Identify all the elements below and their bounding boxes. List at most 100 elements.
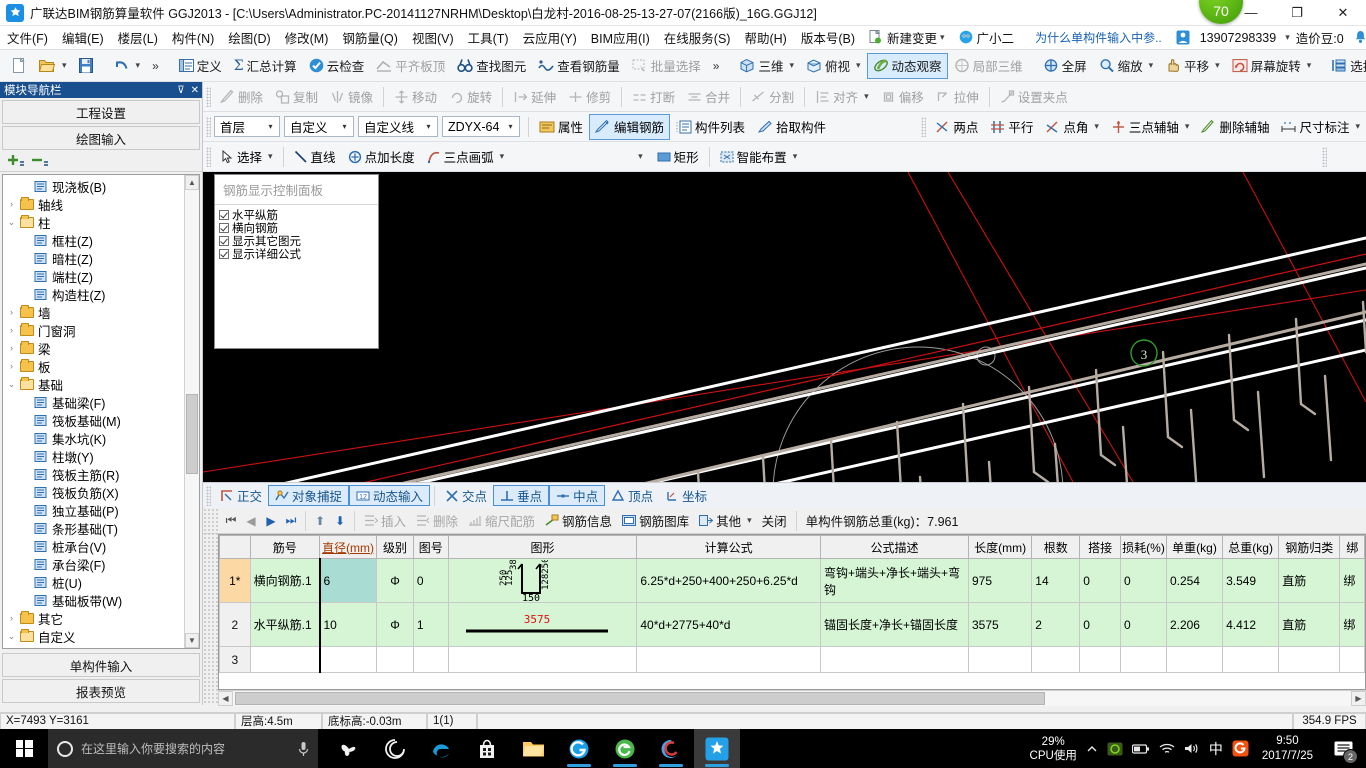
chevron-down-icon[interactable]: ▾ — [789, 60, 794, 71]
glodon-app-icon[interactable] — [694, 729, 740, 768]
define-button[interactable]: 定义 — [173, 53, 228, 79]
local-3d-button[interactable]: 局部三维 — [948, 53, 1029, 79]
cell-lap[interactable]: 0 — [1079, 602, 1122, 647]
column-header-shape[interactable]: 图形 — [447, 535, 638, 559]
镜像-button[interactable]: 镜像 — [324, 84, 379, 110]
cell-bind[interactable]: 绑 — [1339, 558, 1365, 603]
chevron-down-icon[interactable]: ▾ — [268, 151, 273, 162]
column-header-lap[interactable]: 搭接 — [1079, 535, 1122, 559]
tree-item-1[interactable]: › 轴线 — [3, 195, 184, 213]
fullscreen-button[interactable]: 全屏 — [1037, 53, 1093, 79]
battery-icon[interactable] — [1131, 743, 1150, 755]
toolbar-overflow-mid[interactable]: » — [707, 59, 726, 73]
chevron-right-icon[interactable]: › — [5, 307, 18, 317]
edit-rebar-button[interactable]: 编辑钢筋 — [589, 113, 671, 140]
menu-help[interactable]: 帮助(H) — [737, 25, 793, 50]
point-length-tool-button[interactable]: 点加长度 — [342, 144, 421, 170]
column-header-figno[interactable]: 图号 — [412, 535, 449, 559]
cell-bind[interactable]: 绑 — [1339, 602, 1365, 647]
tree-item-13[interactable]: 筏板基础(M) — [3, 411, 184, 429]
tree-item-6[interactable]: 构造柱(Z) — [3, 285, 184, 303]
notification-center-button[interactable]: 2 — [1326, 729, 1360, 768]
cell-totalw[interactable]: 4.412 — [1222, 602, 1280, 647]
cell-desc[interactable]: 弯钩+端头+净长+端头+弯钩 — [820, 558, 969, 603]
snap-perpendicular-button[interactable]: 垂点 — [493, 485, 550, 506]
checkbox-icon[interactable] — [219, 222, 229, 233]
parallel-axis-button[interactable]: 平行 — [984, 114, 1039, 140]
hscroll-thumb[interactable] — [235, 691, 1045, 705]
chevron-down-icon[interactable]: ⌄ — [5, 217, 18, 228]
pin-icon[interactable]: ⊽ — [174, 85, 187, 96]
move-up-button[interactable]: ⬆ — [310, 514, 330, 528]
snap-dynamic-input-button[interactable]: 12 动态输入 — [349, 485, 431, 506]
cell-loss[interactable] — [1120, 646, 1167, 673]
chevron-up-icon[interactable] — [1086, 743, 1098, 755]
arc-tool-button[interactable]: 三点画弧 ▾ — [421, 144, 511, 170]
tree-item-18[interactable]: 独立基础(P) — [3, 501, 184, 519]
green-e-browser-icon[interactable] — [602, 729, 648, 768]
cell-shape[interactable]: 3575 — [447, 602, 638, 647]
chevron-down-icon[interactable]: ▾ — [1355, 121, 1360, 132]
rebar-info-button[interactable]: 钢筋信息 — [540, 510, 617, 531]
column-header-unitw[interactable]: 单重(kg) — [1165, 535, 1224, 559]
cell-name[interactable] — [249, 646, 321, 673]
scroll-right-icon[interactable]: ▶ — [1351, 690, 1366, 706]
chevron-down-icon[interactable]: ⌄ — [5, 379, 18, 390]
column-header-count[interactable]: 根数 — [1031, 535, 1081, 559]
table-row[interactable]: 1* 横向钢筋.1 6 Φ 0 125 250 38 128250 150 6.25*d+250+4… — [219, 558, 1365, 603]
drawing-viewport[interactable]: A 3 — [203, 172, 1366, 482]
last-record-button[interactable]: ⏭ — [281, 513, 301, 528]
chevron-right-icon[interactable]: › — [5, 613, 18, 623]
修剪-button[interactable]: 修剪 — [562, 84, 617, 110]
cell-figno[interactable] — [412, 646, 449, 673]
column-header-name[interactable]: 筋号 — [249, 535, 321, 559]
close-editor-button[interactable]: 关闭 — [757, 510, 792, 531]
cell-loss[interactable]: 0 — [1120, 602, 1167, 647]
nav-button-report-preview[interactable]: 报表预览 — [2, 679, 200, 703]
cell-idx[interactable]: 1* — [219, 558, 251, 603]
column-header-idx[interactable] — [219, 535, 251, 559]
undo-button[interactable]: ▾ — [108, 53, 147, 79]
tree-item-3[interactable]: 框柱(Z) — [3, 231, 184, 249]
column-header-loss[interactable]: 损耗(%) — [1120, 535, 1167, 559]
user-avatar-button[interactable]: 广小二 — [952, 25, 1022, 50]
snap-ortho-button[interactable]: 正交 — [214, 485, 268, 506]
checkbox-icon[interactable] — [219, 248, 229, 259]
延伸-button[interactable]: 延伸 — [507, 84, 562, 110]
cell-unitw[interactable]: 0.254 — [1165, 558, 1224, 603]
tree-item-4[interactable]: 暗柱(Z) — [3, 249, 184, 267]
toolbar-grip[interactable] — [206, 146, 211, 167]
tree-item-23[interactable]: 基础板带(W) — [3, 591, 184, 609]
rectangle-tool-button[interactable]: 矩形 — [651, 144, 705, 170]
checkbox-icon[interactable] — [219, 235, 229, 246]
nvidia-icon[interactable] — [1107, 742, 1123, 756]
rebar-library-button[interactable]: 钢筋图库 — [617, 510, 694, 531]
summary-calc-button[interactable]: Σ 汇总计算 — [228, 53, 303, 79]
tree-item-5[interactable]: 端柱(Z) — [3, 267, 184, 285]
chevron-down-icon[interactable]: ▾ — [793, 151, 798, 162]
tree-item-11[interactable]: ⌄ 基础 — [3, 375, 184, 393]
properties-button[interactable]: 属性 — [533, 114, 589, 140]
cell-name[interactable]: 横向钢筋.1 — [249, 558, 321, 603]
cell-unitw[interactable]: 2.206 — [1165, 602, 1224, 647]
table-row[interactable]: 3 — [219, 646, 1365, 673]
移动-button[interactable]: 移动 — [388, 84, 443, 110]
偏移-button[interactable]: 偏移 — [875, 84, 930, 110]
chevron-right-icon[interactable]: › — [5, 325, 18, 335]
rebar-table[interactable]: 筋号 直径(mm) 级别 图号 图形 计算公式 公式描述 长度(mm) 根数 搭接 损耗(%) 单重(… — [219, 535, 1365, 673]
panel-drag-grip[interactable] — [203, 508, 218, 705]
smart-layout-button[interactable]: 智能布置 ▾ — [714, 144, 804, 170]
column-header-formula[interactable]: 计算公式 — [636, 535, 822, 559]
find-element-button[interactable]: 查找图元 — [451, 53, 532, 79]
three-point-axis-button[interactable]: 三点辅轴 ▾ — [1105, 114, 1196, 140]
cell-grade[interactable]: Φ — [376, 602, 414, 647]
prev-record-button[interactable]: ◀ — [241, 514, 261, 528]
scroll-down-icon[interactable]: ▼ — [185, 633, 199, 648]
chevron-down-icon[interactable]: ▾ — [338, 122, 351, 131]
delete-axis-button[interactable]: 删除辅轴 — [1195, 114, 1275, 140]
dimension-button[interactable]: 尺寸标注 ▾ — [1275, 114, 1366, 140]
file-explorer-icon[interactable] — [510, 729, 556, 768]
column-header-bind[interactable]: 绑 — [1339, 535, 1365, 559]
chevron-down-icon[interactable]: ▾ — [864, 91, 869, 102]
chevron-down-icon[interactable]: ▾ — [1185, 121, 1190, 132]
